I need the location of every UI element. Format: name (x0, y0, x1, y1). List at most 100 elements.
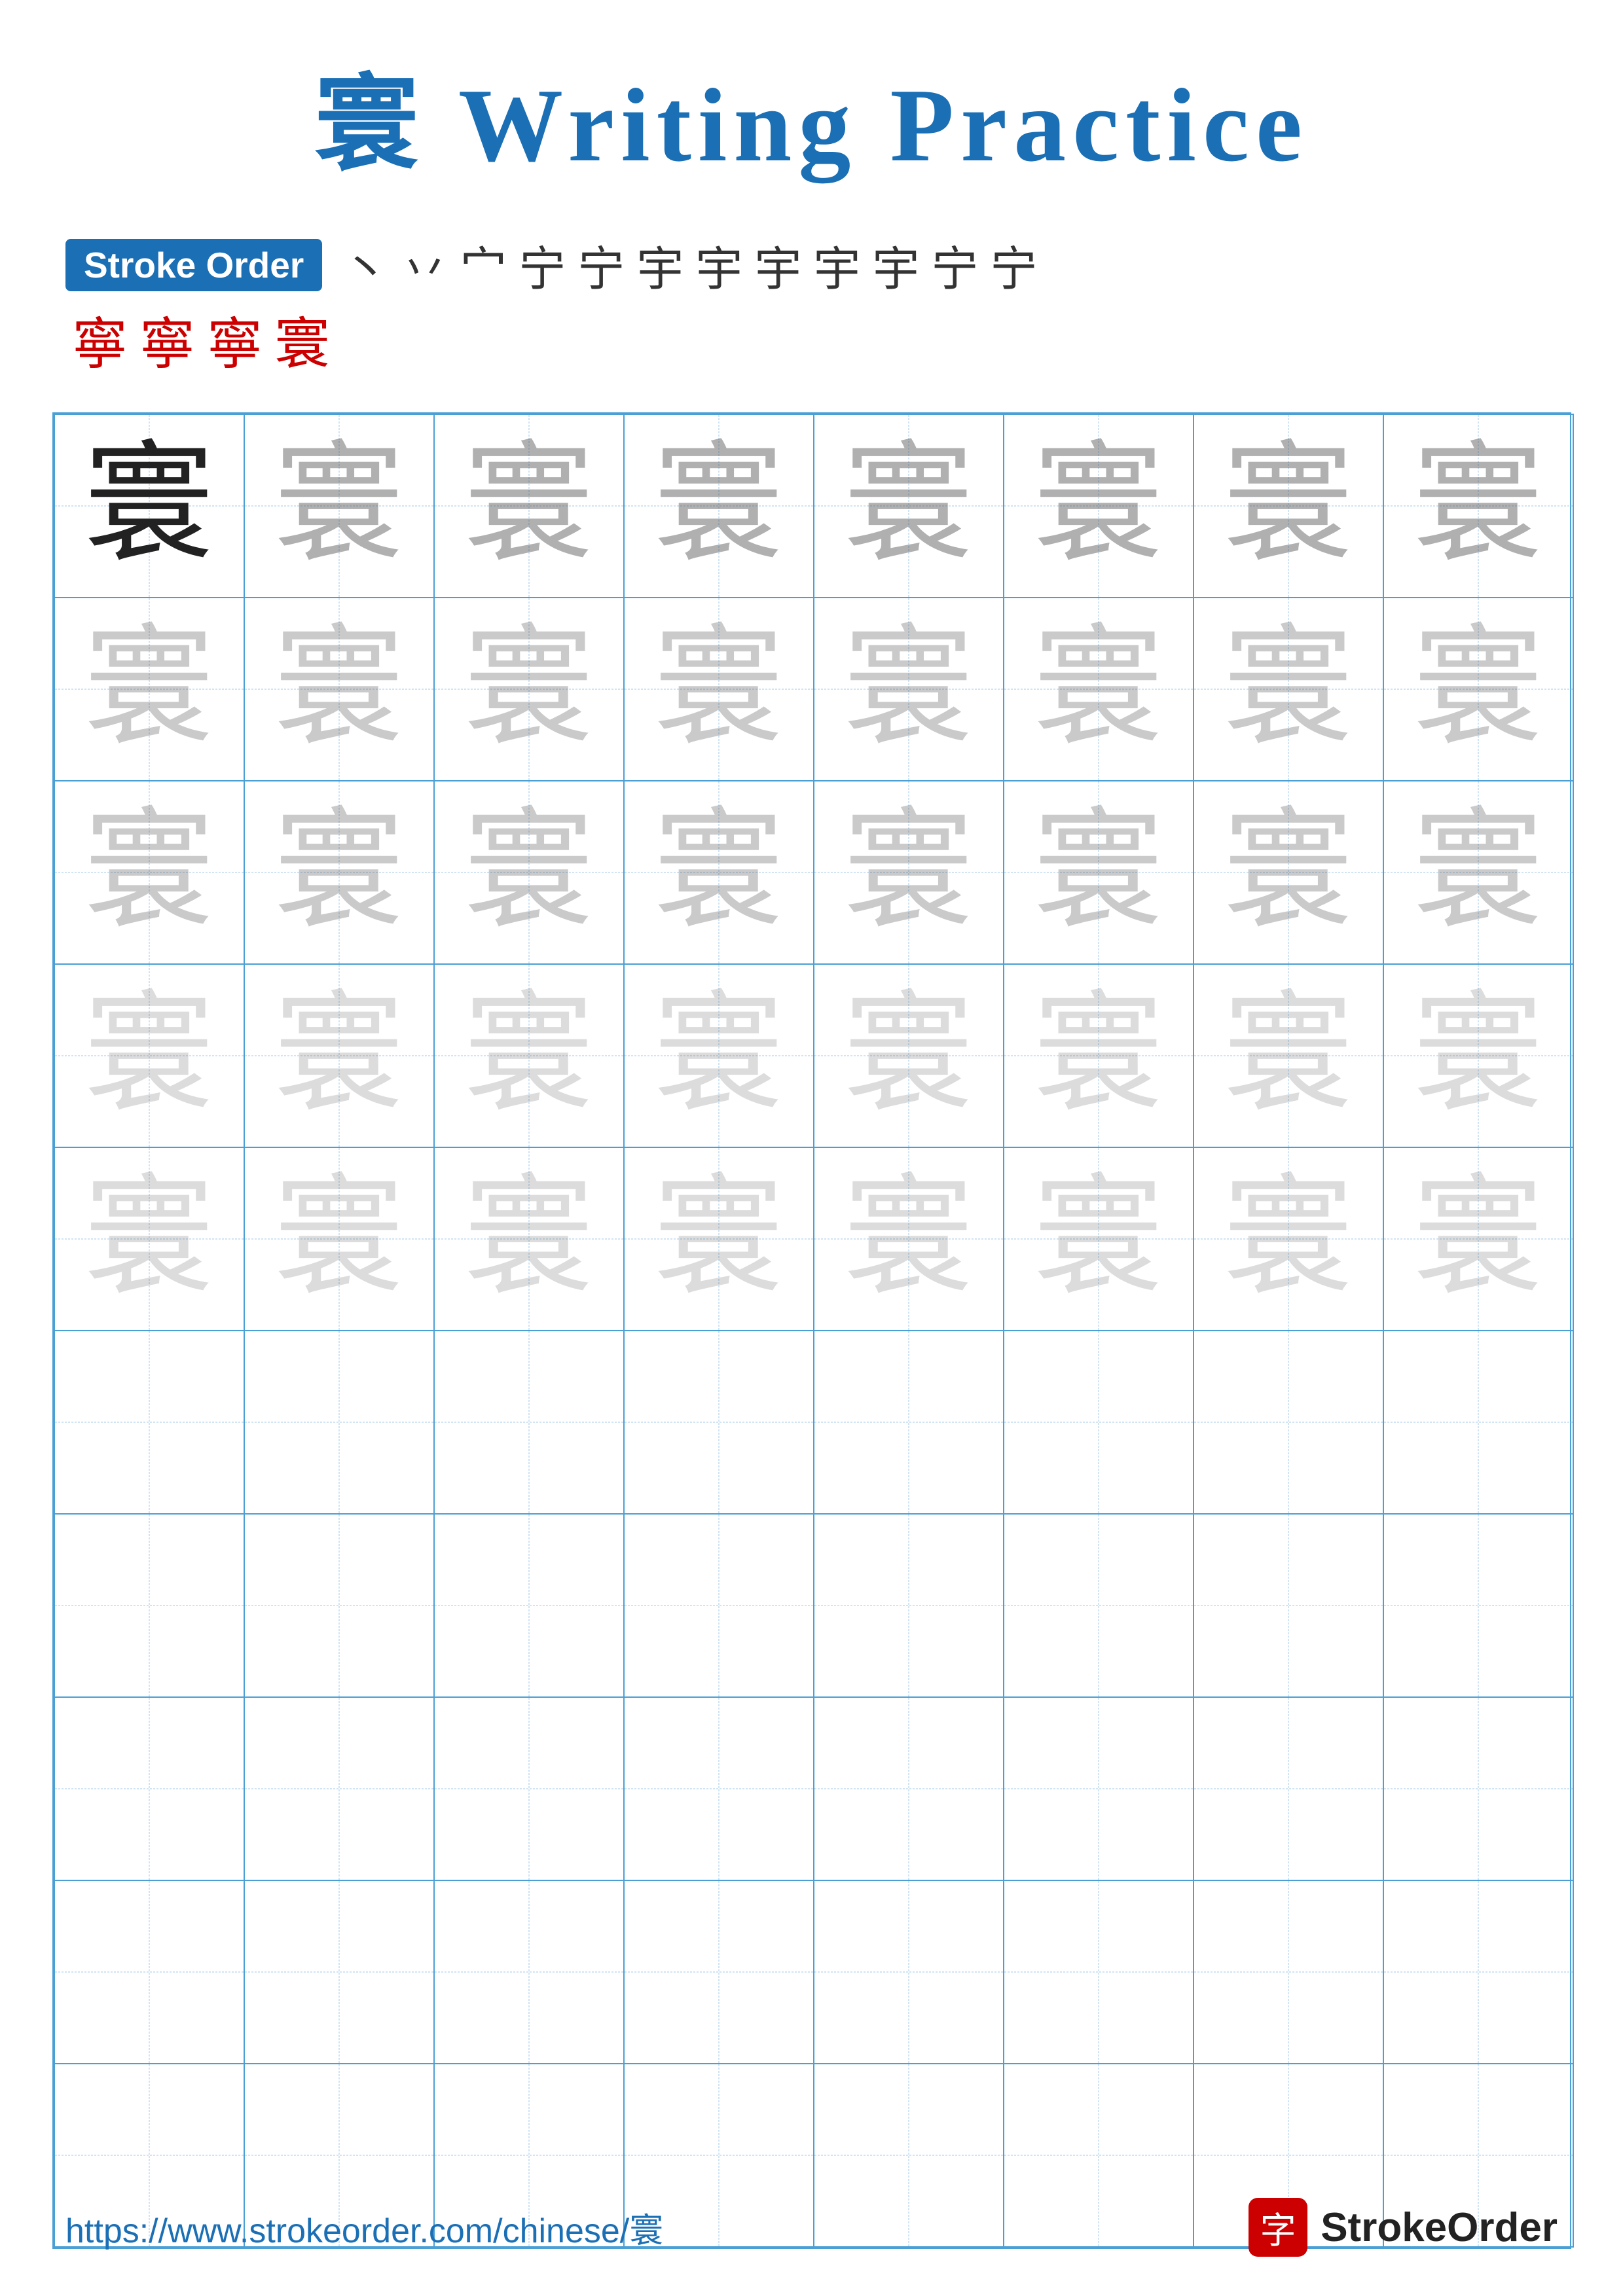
grid-cell[interactable]: 寰 (624, 781, 814, 964)
grid-cell[interactable]: 寰 (434, 1697, 624, 1880)
table-row: 寰 寰 寰 寰 寰 寰 寰 寰 (54, 964, 1573, 1147)
grid-cell[interactable]: 寰 (1383, 781, 1573, 964)
grid-cell[interactable]: 寰 (1004, 1880, 1194, 2064)
grid-cell[interactable]: 寰 (624, 414, 814, 598)
grid-cell[interactable]: 寰 (1383, 1514, 1573, 1697)
cell-char: 寰 (1194, 1148, 1383, 1330)
grid-cell[interactable]: 寰 (1383, 1697, 1573, 1880)
grid-cell[interactable]: 寰 (814, 1697, 1004, 1880)
grid-cell[interactable]: 寰 (1383, 2064, 1573, 2247)
grid-cell[interactable]: 寰 (1194, 414, 1383, 598)
grid-cell[interactable]: 寰 (1383, 1880, 1573, 2064)
grid-cell[interactable]: 寰 (814, 414, 1004, 598)
cell-char: 寰 (245, 1698, 433, 1880)
grid-cell[interactable]: 寰 (1383, 964, 1573, 1147)
title-rest: Writing Practice (426, 67, 1309, 183)
grid-cell[interactable]: 寰 (434, 1880, 624, 2064)
grid-cell[interactable]: 寰 (1004, 1331, 1194, 1514)
grid-cell[interactable]: 寰 (624, 598, 814, 781)
grid-cell[interactable]: 寰 (244, 781, 434, 964)
grid-cell[interactable]: 寰 (1383, 414, 1573, 598)
grid-cell[interactable]: 寰 (814, 1880, 1004, 2064)
table-row: 寰 寰 寰 寰 寰 寰 寰 寰 (54, 414, 1573, 598)
cell-char: 寰 (245, 2064, 433, 2246)
grid-cell[interactable]: 寰 (1194, 1514, 1383, 1697)
grid-cell[interactable]: 寰 (244, 1880, 434, 2064)
cell-char: 寰 (245, 1515, 433, 1696)
grid-cell[interactable]: 寰 (434, 414, 624, 598)
grid-cell[interactable]: 寰 (1383, 1331, 1573, 1514)
grid-cell[interactable]: 寰 (814, 781, 1004, 964)
grid-cell[interactable]: 寰 (1383, 1147, 1573, 1331)
table-row: 寰 寰 寰 寰 寰 寰 寰 寰 (54, 1697, 1573, 1880)
grid-cell[interactable]: 寰 (1194, 1331, 1383, 1514)
grid-cell[interactable]: 寰 (624, 1697, 814, 1880)
grid-cell[interactable]: 寰 (244, 414, 434, 598)
grid-cell[interactable]: 寰 (434, 1147, 624, 1331)
grid-cell[interactable]: 寰 (1004, 964, 1194, 1147)
grid-cell[interactable]: 寰 (54, 1514, 244, 1697)
grid-cell[interactable]: 寰 (244, 964, 434, 1147)
grid-cell[interactable]: 寰 (434, 1514, 624, 1697)
grid-cell[interactable]: 寰 (1004, 781, 1194, 964)
grid-cell[interactable]: 寰 (814, 1147, 1004, 1331)
grid-cell[interactable]: 寰 (624, 1331, 814, 1514)
grid-cell[interactable]: 寰 (1194, 1697, 1383, 1880)
cell-char: 寰 (814, 1515, 1003, 1696)
grid-cell[interactable]: 寰 (1194, 1880, 1383, 2064)
grid-cell[interactable]: 寰 (624, 964, 814, 1147)
grid-cell[interactable]: 寰 (54, 1880, 244, 2064)
grid-cell[interactable]: 寰 (624, 1514, 814, 1697)
grid-cell[interactable]: 寰 (54, 2064, 244, 2247)
grid-cell[interactable]: 寰 (244, 2064, 434, 2247)
grid-cell[interactable]: 寰 (1194, 781, 1383, 964)
grid-cell[interactable]: 寰 (814, 964, 1004, 1147)
grid-cell[interactable]: 寰 (244, 1147, 434, 1331)
grid-cell[interactable]: 寰 (54, 1147, 244, 1331)
cell-char: 寰 (1384, 1881, 1573, 2063)
grid-cell[interactable]: 寰 (244, 598, 434, 781)
grid-cell[interactable]: 寰 (1004, 598, 1194, 781)
stroke-s12: 宁 (990, 230, 1037, 299)
grid-cell[interactable]: 寰 (1004, 414, 1194, 598)
grid-cell[interactable]: 寰 (54, 781, 244, 964)
cell-char: 寰 (1004, 1881, 1193, 2063)
grid-cell[interactable]: 寰 (54, 414, 244, 598)
grid-cell[interactable]: 寰 (434, 781, 624, 964)
stroke-order-section: Stroke Order 丶 丷 宀 宁 宁 宇 宇 宇 宇 宇 宁 宁 寧 寧… (52, 230, 1571, 380)
grid-cell[interactable]: 寰 (1004, 2064, 1194, 2247)
table-row: 寰 寰 寰 寰 寰 寰 寰 寰 (54, 1147, 1573, 1331)
cell-char: 寰 (625, 2064, 813, 2246)
grid-cell[interactable]: 寰 (434, 964, 624, 1147)
grid-cell[interactable]: 寰 (1004, 1514, 1194, 1697)
grid-cell[interactable]: 寰 (814, 2064, 1004, 2247)
grid-cell[interactable]: 寰 (1004, 1697, 1194, 1880)
grid-cell[interactable]: 寰 (434, 2064, 624, 2247)
grid-cell[interactable]: 寰 (1194, 598, 1383, 781)
cell-char: 寰 (625, 598, 813, 780)
grid-cell[interactable]: 寰 (244, 1697, 434, 1880)
grid-cell[interactable]: 寰 (54, 964, 244, 1147)
grid-cell[interactable]: 寰 (434, 598, 624, 781)
grid-cell[interactable]: 寰 (814, 598, 1004, 781)
grid-cell[interactable]: 寰 (244, 1514, 434, 1697)
grid-cell[interactable]: 寰 (814, 1514, 1004, 1697)
grid-cell[interactable]: 寰 (1194, 964, 1383, 1147)
grid-cell[interactable]: 寰 (1194, 2064, 1383, 2247)
grid-cell[interactable]: 寰 (624, 1880, 814, 2064)
grid-cell[interactable]: 寰 (244, 1331, 434, 1514)
grid-cell[interactable]: 寰 (434, 1331, 624, 1514)
grid-cell[interactable]: 寰 (624, 1147, 814, 1331)
grid-cell[interactable]: 寰 (624, 2064, 814, 2247)
stroke-order-badge: Stroke Order (65, 239, 322, 291)
grid-cell[interactable]: 寰 (54, 1697, 244, 1880)
grid-cell[interactable]: 寰 (54, 598, 244, 781)
cell-char: 寰 (435, 1148, 623, 1330)
grid-cell[interactable]: 寰 (814, 1331, 1004, 1514)
cell-char: 寰 (55, 415, 244, 597)
grid-cell[interactable]: 寰 (1383, 598, 1573, 781)
grid-cell[interactable]: 寰 (54, 1331, 244, 1514)
cell-char: 寰 (435, 1515, 623, 1696)
grid-cell[interactable]: 寰 (1194, 1147, 1383, 1331)
grid-cell[interactable]: 寰 (1004, 1147, 1194, 1331)
